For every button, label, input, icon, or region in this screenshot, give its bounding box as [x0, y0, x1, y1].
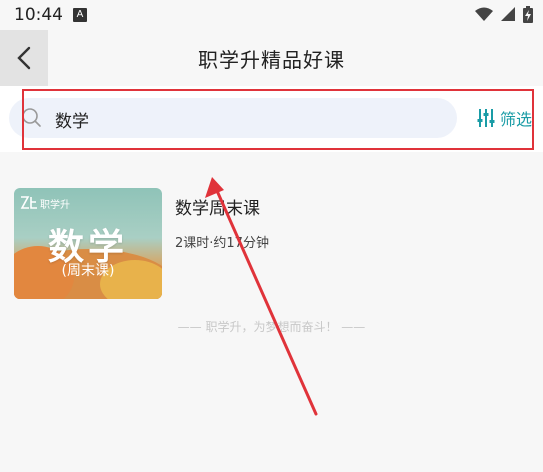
annotation-arrow	[205, 177, 318, 416]
